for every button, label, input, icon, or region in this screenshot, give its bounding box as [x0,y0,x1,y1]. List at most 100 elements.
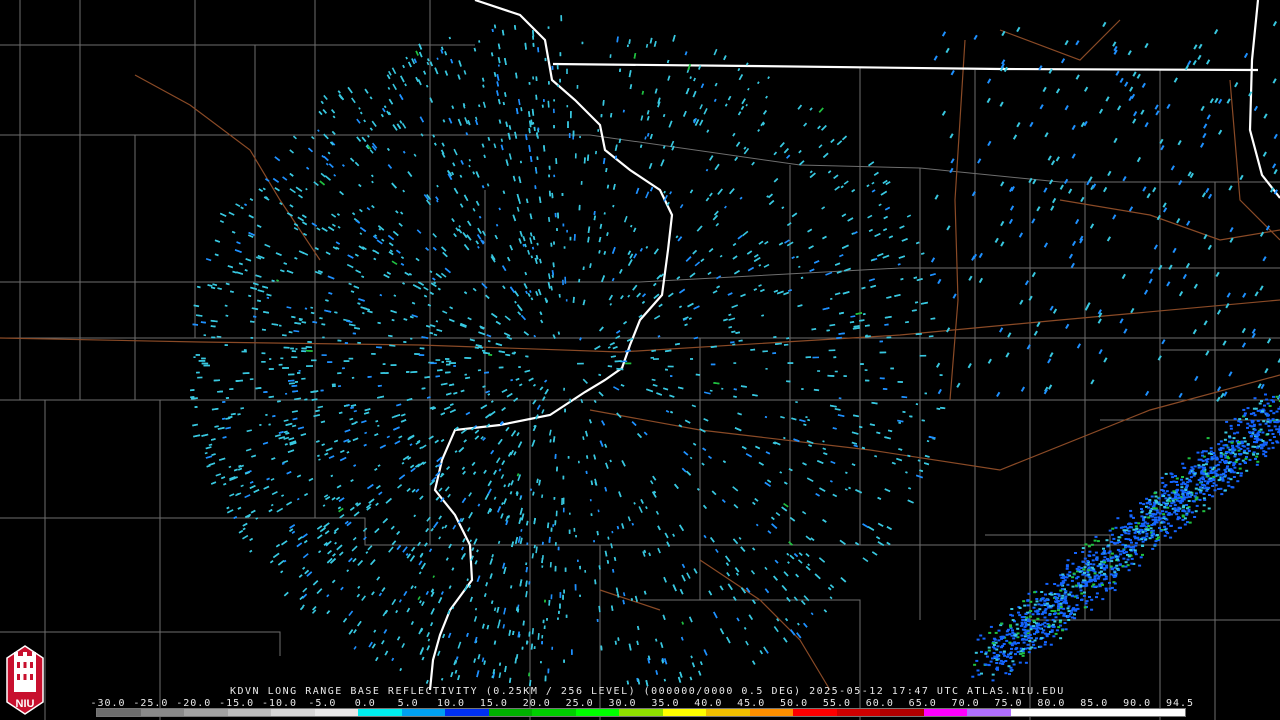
echo-cell [243,349,247,351]
echo-cell [1026,620,1030,623]
echo-cell [1174,475,1177,477]
echo-cell [567,121,569,128]
echo-cell [1181,515,1185,518]
echo-cell [1194,492,1198,495]
echo-cell [327,361,333,363]
echo-cell [1175,513,1179,516]
echo-cell [562,497,565,505]
echo-cell [1264,422,1268,425]
echo-cell [528,82,531,85]
echo-cell [550,594,553,600]
echo-cell [1069,591,1073,594]
echo-cell [1102,547,1105,550]
echo-cell [555,510,558,517]
echo-cell [1094,551,1098,554]
echo-cell [406,371,410,373]
echo-cell [1230,441,1234,444]
echo-cell [203,364,210,367]
echo-cell [1210,458,1214,461]
echo-cell [1045,619,1049,622]
echo-cell [573,527,576,532]
echo-cell [1166,506,1170,509]
echo-cell [1063,592,1067,595]
echo-cell [439,369,442,371]
echo-cell [380,372,385,374]
echo-cell [445,358,450,360]
echo-cell [1082,579,1086,582]
echo-cell [551,646,554,650]
echo-cell [1095,592,1099,595]
echo-cell [544,675,547,682]
echo-cell [579,565,582,570]
echo-cell [342,367,345,370]
echo-cell [579,594,581,597]
echo-cell [1165,490,1169,493]
echo-cell [1245,418,1248,420]
echo-cell [625,362,632,365]
echo-cell [924,392,927,395]
echo-cell [1068,593,1071,596]
echo-cell [288,373,295,376]
echo-cell [864,379,870,382]
echo-cell [544,599,546,603]
echo-cell [435,359,441,361]
echo-cell [1016,650,1020,653]
echo-cell [547,26,550,29]
echo-cell [987,649,991,652]
echo-cell [1142,519,1146,522]
echo-cell [1211,485,1215,487]
echo-cell [1270,399,1274,402]
echo-cell [1203,480,1207,483]
echo-cell [1271,446,1275,449]
echo-cell [1048,613,1052,616]
echo-cell [1267,447,1271,450]
echo-cell [1057,609,1060,612]
echo-cell [195,354,201,356]
echo-cell [453,365,456,367]
echo-cell [919,354,927,357]
echo-cell [198,360,206,362]
echo-cell [250,336,254,339]
echo-cell [1246,422,1250,425]
echo-cell [1037,603,1041,606]
echo-cell [572,130,575,137]
echo-cell [1226,481,1230,484]
echo-cell [1041,631,1045,634]
echo-cell [817,370,821,372]
echo-cell [561,192,564,196]
echo-cell [860,363,864,365]
echo-cell [1040,591,1044,593]
echo-cell [733,362,737,364]
echo-cell [1092,563,1096,566]
echo-cell [1201,454,1204,457]
echo-cell [1246,426,1249,429]
echo-cell [553,241,555,245]
echo-cell [574,584,577,591]
echo-cell [1095,596,1098,599]
echo-cell [410,337,413,340]
echo-cell [1058,621,1062,624]
echo-cell [1109,573,1113,576]
echo-cell [1122,552,1126,554]
echo-cell [1185,504,1189,506]
echo-cell [196,371,200,374]
echo-cell [1141,544,1144,547]
echo-cell [1026,643,1030,646]
echo-cell [542,619,545,624]
echo-cell [1130,541,1133,544]
echo-cell [283,346,290,349]
echo-cell [563,589,565,594]
echo-cell [1132,516,1135,519]
echo-cell [1236,472,1240,474]
echo-cell [1033,591,1037,594]
echo-cell [1152,513,1155,515]
echo-cell [1004,672,1008,675]
echo-cell [1201,466,1205,469]
echo-cell [261,361,266,363]
echo-cell [201,362,209,365]
echo-cell [1063,579,1067,582]
echo-cell [418,354,425,356]
echo-cell [537,127,540,131]
echo-cell [1254,457,1257,460]
echo-cell [1220,473,1223,476]
